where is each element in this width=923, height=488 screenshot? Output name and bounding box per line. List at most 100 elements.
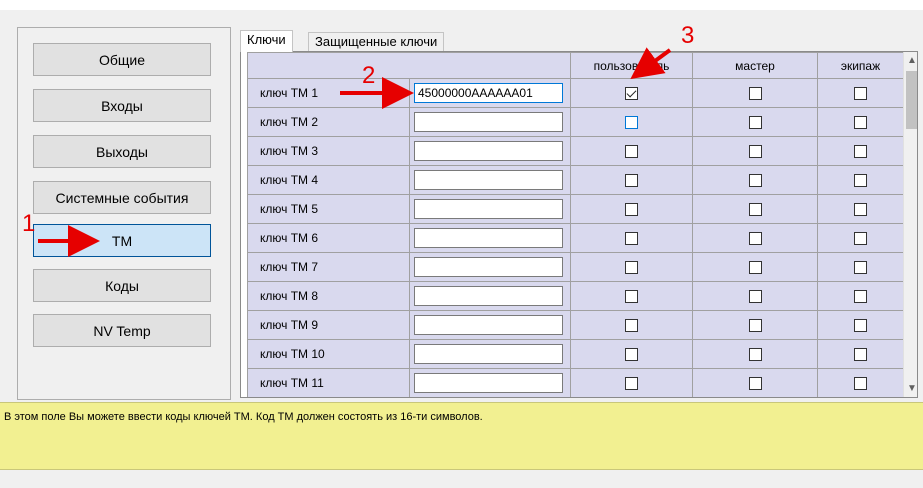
crew-cell bbox=[817, 136, 904, 166]
table-row: ключ ТМ 4 bbox=[247, 165, 904, 195]
crew-checkbox[interactable] bbox=[854, 232, 867, 246]
scrollbar-thumb[interactable] bbox=[906, 71, 917, 129]
table-row: ключ ТМ 9 bbox=[247, 310, 904, 340]
crew-checkbox[interactable] bbox=[854, 348, 867, 362]
master-cell bbox=[692, 281, 818, 311]
master-checkbox[interactable] bbox=[748, 174, 762, 188]
nav-button-codes[interactable]: Коды bbox=[33, 269, 211, 302]
crew-checkbox[interactable] bbox=[854, 377, 867, 391]
user-cell bbox=[570, 107, 693, 137]
key-cell bbox=[409, 165, 571, 195]
master-checkbox[interactable] bbox=[748, 377, 762, 391]
user-checkbox[interactable] bbox=[625, 116, 638, 130]
user-checkbox[interactable] bbox=[625, 377, 638, 391]
key-code-input[interactable] bbox=[414, 199, 563, 219]
user-checkbox[interactable] bbox=[625, 348, 638, 362]
crew-checkbox[interactable] bbox=[854, 174, 867, 188]
master-checkbox[interactable] bbox=[748, 261, 762, 275]
master-cell bbox=[692, 136, 818, 166]
key-cell bbox=[409, 281, 571, 311]
crew-checkbox[interactable] bbox=[854, 87, 867, 101]
user-checkbox[interactable] bbox=[625, 319, 638, 333]
user-cell bbox=[570, 223, 693, 253]
key-code-input[interactable]: 45000000AAAAAA01 bbox=[414, 83, 563, 103]
master-cell bbox=[692, 107, 818, 137]
user-cell bbox=[570, 252, 693, 282]
user-cell bbox=[570, 368, 693, 397]
crew-cell bbox=[817, 165, 904, 195]
nav-button-general[interactable]: Общие bbox=[33, 43, 211, 76]
user-cell bbox=[570, 78, 693, 108]
table-row: ключ ТМ 10 bbox=[247, 339, 904, 369]
key-code-input[interactable] bbox=[414, 141, 563, 161]
crew-checkbox[interactable] bbox=[854, 319, 867, 333]
user-checkbox[interactable] bbox=[625, 87, 638, 101]
master-cell bbox=[692, 368, 818, 397]
table-row: ключ ТМ 2 bbox=[247, 107, 904, 137]
master-checkbox[interactable] bbox=[748, 145, 762, 159]
table-row: ключ ТМ 1 45000000AAAAAA01 bbox=[247, 78, 904, 108]
user-checkbox[interactable] bbox=[625, 290, 638, 304]
master-cell bbox=[692, 78, 818, 108]
master-checkbox[interactable] bbox=[748, 319, 762, 333]
user-checkbox[interactable] bbox=[625, 261, 638, 275]
table-row: ключ ТМ 8 bbox=[247, 281, 904, 311]
nav-button-tm[interactable]: ТМ bbox=[33, 224, 211, 257]
tab-protected-keys[interactable]: Защищенные ключи bbox=[308, 32, 445, 51]
user-checkbox[interactable] bbox=[625, 174, 638, 188]
key-code-input[interactable] bbox=[414, 373, 563, 393]
nav-button-system-events[interactable]: Системные события bbox=[33, 181, 211, 214]
crew-cell bbox=[817, 194, 904, 224]
key-code-input[interactable] bbox=[414, 112, 563, 132]
master-cell bbox=[692, 252, 818, 282]
table-row: ключ ТМ 3 bbox=[247, 136, 904, 166]
crew-checkbox[interactable] bbox=[854, 203, 867, 217]
nav-button-outputs[interactable]: Выходы bbox=[33, 135, 211, 168]
user-checkbox[interactable] bbox=[625, 232, 638, 246]
user-checkbox[interactable] bbox=[625, 145, 638, 159]
window-top-strip bbox=[0, 0, 923, 10]
master-cell bbox=[692, 194, 818, 224]
key-cell bbox=[409, 252, 571, 282]
master-checkbox[interactable] bbox=[748, 87, 762, 101]
key-cell bbox=[409, 107, 571, 137]
key-code-input[interactable] bbox=[414, 228, 563, 248]
chevron-down-icon[interactable]: ▼ bbox=[904, 380, 917, 397]
nav-button-nv-temp[interactable]: NV Temp bbox=[33, 314, 211, 347]
key-code-input[interactable] bbox=[414, 170, 563, 190]
user-checkbox[interactable] bbox=[625, 203, 638, 217]
master-checkbox[interactable] bbox=[748, 348, 762, 362]
master-checkbox[interactable] bbox=[748, 232, 762, 246]
crew-checkbox[interactable] bbox=[854, 116, 867, 130]
master-cell bbox=[692, 165, 818, 195]
settings-nav-panel: Общие Входы Выходы Системные события ТМ … bbox=[17, 27, 231, 400]
grid-body: ключ ТМ 1 45000000AAAAAA01 ключ ТМ 2 ключ Т… bbox=[247, 78, 904, 397]
user-cell bbox=[570, 165, 693, 195]
key-code-input[interactable] bbox=[414, 257, 563, 277]
master-checkbox[interactable] bbox=[748, 290, 762, 304]
key-cell bbox=[409, 194, 571, 224]
crew-checkbox[interactable] bbox=[854, 261, 867, 275]
keys-table: пользователь мастер экипаж ключ ТМ 1 4500… bbox=[247, 52, 904, 397]
user-cell bbox=[570, 310, 693, 340]
row-label: ключ ТМ 8 bbox=[247, 281, 410, 311]
row-label: ключ ТМ 3 bbox=[247, 136, 410, 166]
tab-keys[interactable]: Ключи bbox=[240, 30, 293, 52]
crew-checkbox[interactable] bbox=[854, 145, 867, 159]
chevron-up-icon[interactable]: ▲ bbox=[904, 52, 917, 69]
vertical-scrollbar[interactable]: ▲ ▼ bbox=[903, 52, 917, 397]
master-checkbox[interactable] bbox=[748, 203, 762, 217]
master-checkbox[interactable] bbox=[748, 116, 762, 130]
key-cell bbox=[409, 136, 571, 166]
grid-header-row: пользователь мастер экипаж bbox=[247, 52, 904, 79]
key-cell bbox=[409, 310, 571, 340]
crew-checkbox[interactable] bbox=[854, 290, 867, 304]
master-cell bbox=[692, 223, 818, 253]
user-cell bbox=[570, 281, 693, 311]
user-cell bbox=[570, 136, 693, 166]
key-code-input[interactable] bbox=[414, 315, 563, 335]
key-code-input[interactable] bbox=[414, 286, 563, 306]
nav-button-inputs[interactable]: Входы bbox=[33, 89, 211, 122]
row-label: ключ ТМ 10 bbox=[247, 339, 410, 369]
key-code-input[interactable] bbox=[414, 344, 563, 364]
